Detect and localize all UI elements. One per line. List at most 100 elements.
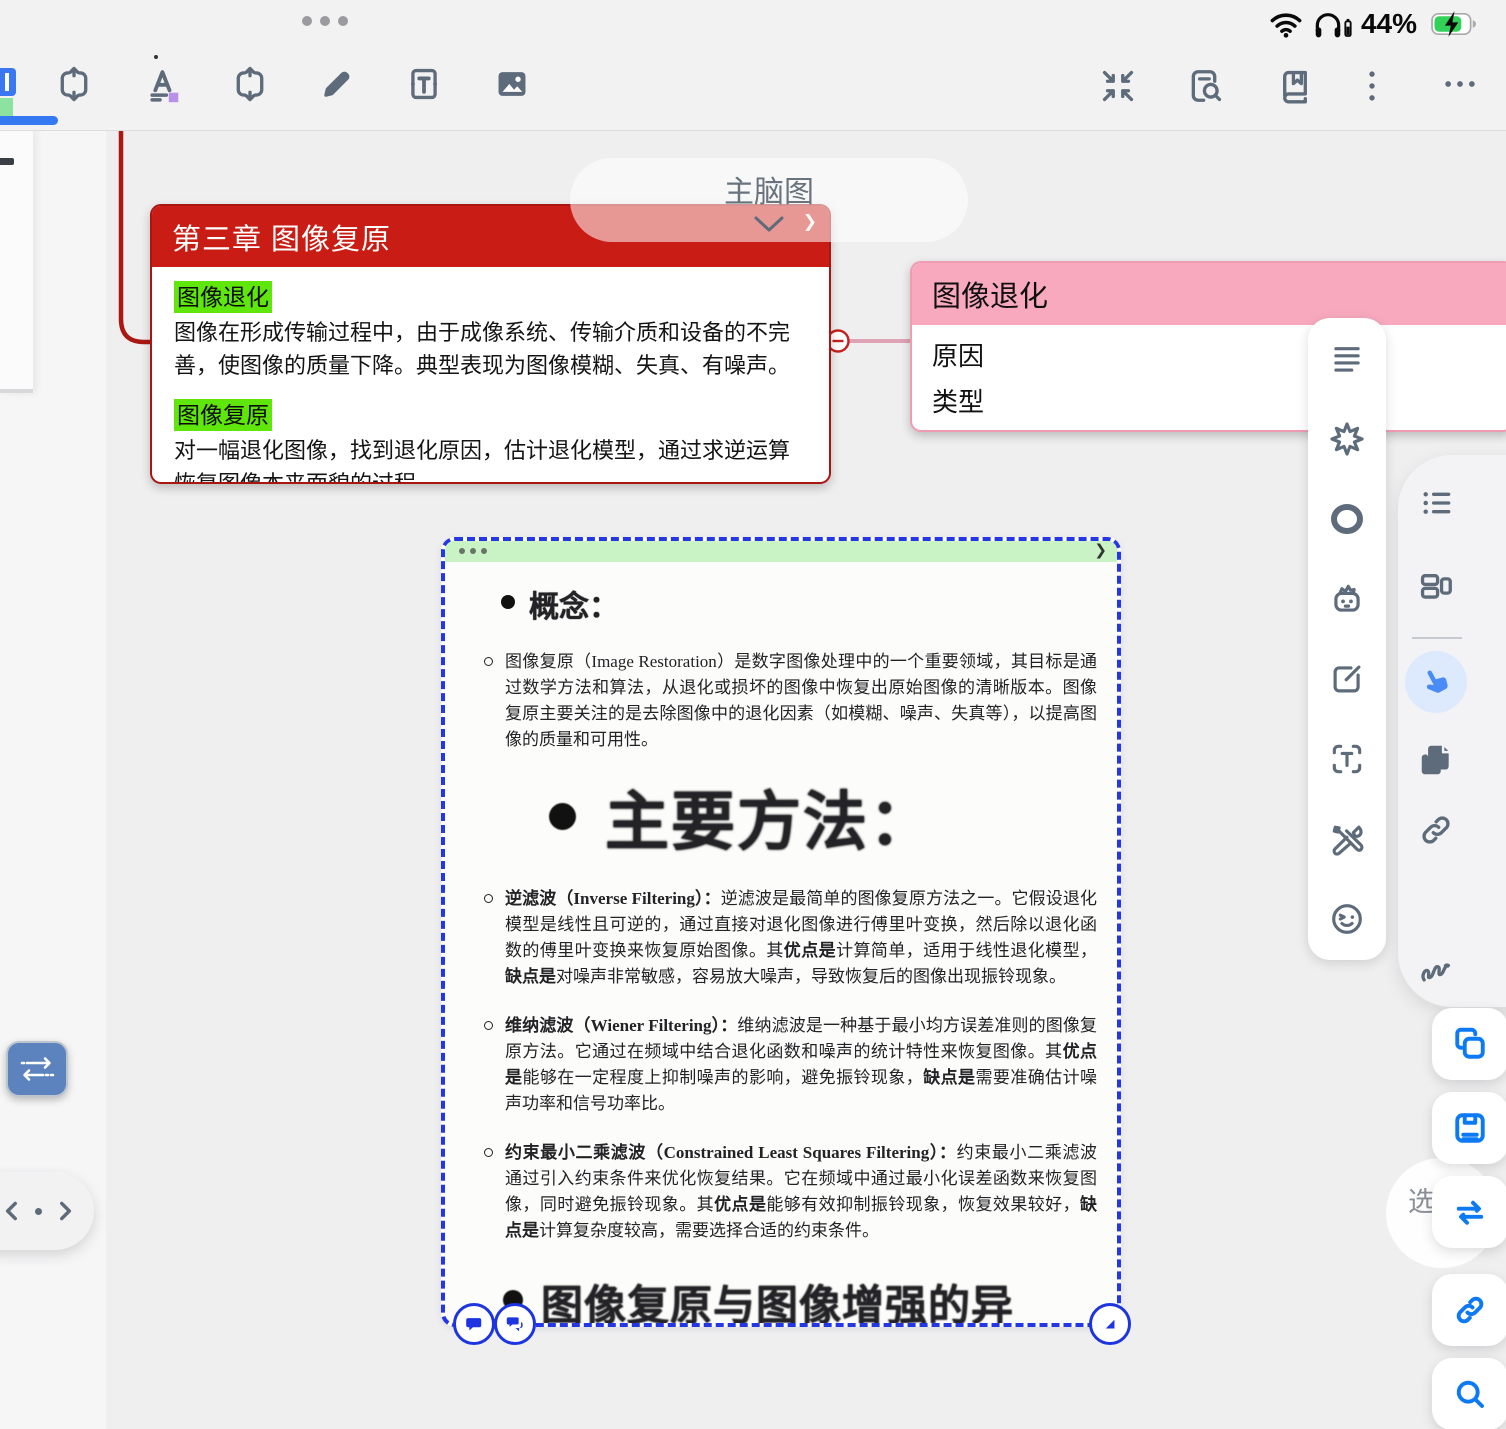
tools-button[interactable] [1326,818,1368,860]
card-expand-icon[interactable]: ❯ [1094,541,1107,559]
node-header[interactable]: 图像退化 [912,263,1506,325]
search-icon [1456,1380,1484,1408]
layout-board-button[interactable] [1415,565,1457,607]
card-menu-dots-icon[interactable] [459,548,487,554]
node-title: 第三章 图像复原 [172,223,392,256]
more-button[interactable] [1438,62,1482,106]
bookmarks-button[interactable] [1273,64,1317,108]
doc-paragraph: 维纳滤波（Wiener Filtering）：维纳滤波是一种基于最小均方误差准则… [481,1013,1097,1117]
doc-bullet [484,894,493,903]
search-document-button[interactable] [1184,64,1228,108]
compose-button[interactable] [1326,658,1368,700]
move-vertical-icon [236,66,264,102]
status-bar: 44% [1269,8,1482,40]
text-select-button[interactable] [1326,738,1368,780]
top-toolbar: 44% [0,0,1506,131]
swap-select-icon [1456,1200,1484,1225]
link-button[interactable] [1415,809,1457,851]
comment-icon [465,1317,481,1330]
mindmap-node-chapter3[interactable]: 第三章 图像复原 ❯ 图像退化图像在形成传输过程中，由于成像系统、传输介质和设备… [150,204,831,484]
copy-icon [1455,1027,1485,1059]
node-section: 图像复原 对一幅退化图像，找到退化原因，估计退化模型，通过求逆运算恢复图像本来面貌… [174,399,807,484]
panel-item [0,158,14,165]
emoji-wink-icon [1332,904,1362,934]
text-box-button[interactable] [402,62,446,106]
link-fab-button[interactable] [1432,1274,1506,1346]
text-style-button[interactable] [142,62,186,106]
search-fab-button[interactable] [1432,1358,1506,1429]
battery-charging-icon [1431,11,1476,37]
select-swap-button[interactable] [1432,1176,1506,1248]
bookmark-book-icon [1283,70,1307,104]
selected-note-card[interactable]: ❯ 概念： 图像复原（Image Restoration）是数字图像处理中的一个重… [441,537,1131,1345]
insert-image-button[interactable] [490,62,534,106]
doc-bullet [549,803,576,830]
term-description: 对一幅退化图像，找到退化原因，估计退化模型，通过求逆运算恢复图像本来面貌的过程。 [174,438,791,484]
hand-pan-tool-active[interactable] [1405,651,1467,713]
toolbar-divider [1412,637,1462,639]
mindmap-canvas: 第三章 图像复原 ❯ 图像退化图像在形成传输过程中，由于成像系统、传输介质和设备… [0,0,1506,1429]
emoji-button[interactable] [1326,898,1368,940]
active-tab-indicator [0,116,58,125]
resize-handle[interactable] [1089,1303,1131,1345]
comments-icon [506,1316,523,1331]
nav-back-icon[interactable] [0,1198,25,1224]
doc-paragraph: 约束最小二乘滤波（Constrained Least Squares Filte… [481,1140,1097,1244]
chevron-down-icon[interactable] [750,213,788,235]
cursor-dot [154,55,158,59]
ai-assistant-button[interactable] [1326,578,1368,620]
canvas-mode-toolbar [1398,455,1506,1007]
save-button[interactable] [1432,1092,1506,1164]
kebab-menu-icon [1369,71,1375,101]
window-handle-dots-icon[interactable] [302,16,348,26]
doc-bullet [501,595,515,609]
pages-copy-button[interactable] [1415,739,1457,781]
circle-mark-button[interactable] [1326,498,1368,540]
comments-badge[interactable] [494,1303,536,1345]
starburst-button[interactable] [1326,418,1368,460]
outline-menu-button[interactable] [1326,338,1368,380]
doc-bullet [484,657,493,666]
nav-dot [35,1207,42,1215]
move-vertical-button-2[interactable] [228,62,272,106]
kebab-menu-button[interactable] [1350,64,1394,108]
hand-pointer-icon [1426,670,1448,693]
image-icon [498,72,526,96]
card-header[interactable]: ❯ [445,541,1117,562]
doc-paragraph: 逆滤波（Inverse Filtering）：逆滤波是最简单的图像复原方法之一。… [481,886,1097,990]
wifi-icon [1270,13,1302,38]
battery-percent: 44% [1360,8,1417,39]
move-vertical-button[interactable] [52,62,96,106]
scribble-button[interactable] [1415,947,1457,989]
pencil-icon [324,71,350,97]
node-list-item[interactable]: 原因 [932,333,1492,379]
collapse-arrows-icon [1102,70,1134,102]
doc-heading: 图像复原与图像增强的异同： [501,1272,1097,1323]
collapsed-side-panel[interactable] [0,131,33,393]
node-list-item[interactable]: 类型 [932,379,1492,425]
doc-bullet [484,1148,493,1157]
nav-forward-icon[interactable] [52,1198,78,1224]
document-search-icon [1191,70,1222,102]
bullet-list-icon [1423,492,1451,514]
link-icon [1456,1296,1484,1324]
bullet-list-button[interactable] [1415,482,1457,524]
collapse-button[interactable] [1096,64,1140,108]
pencil-button[interactable] [315,62,359,106]
app-tab-icon[interactable] [0,68,16,96]
swap-dashed-icon [20,1057,55,1081]
resize-triangle-icon [1105,1319,1114,1328]
text-style-icon [150,70,179,103]
layout-board-icon [1420,574,1452,599]
swap-panels-button[interactable] [6,1041,68,1097]
save-floppy-icon [1455,1113,1485,1143]
mindmap-node-degradation[interactable]: 图像退化 原因 类型 [910,261,1506,432]
text-box-icon [411,68,437,100]
copy-button[interactable] [1432,1008,1506,1080]
circle-mark-icon [1331,503,1363,535]
starburst-icon [1330,422,1364,456]
tools-icon [1332,825,1364,856]
comment-badge[interactable] [453,1303,495,1345]
doc-heading: 概念： [501,582,1097,626]
breadcrumb[interactable]: 主脑图 [570,158,968,242]
